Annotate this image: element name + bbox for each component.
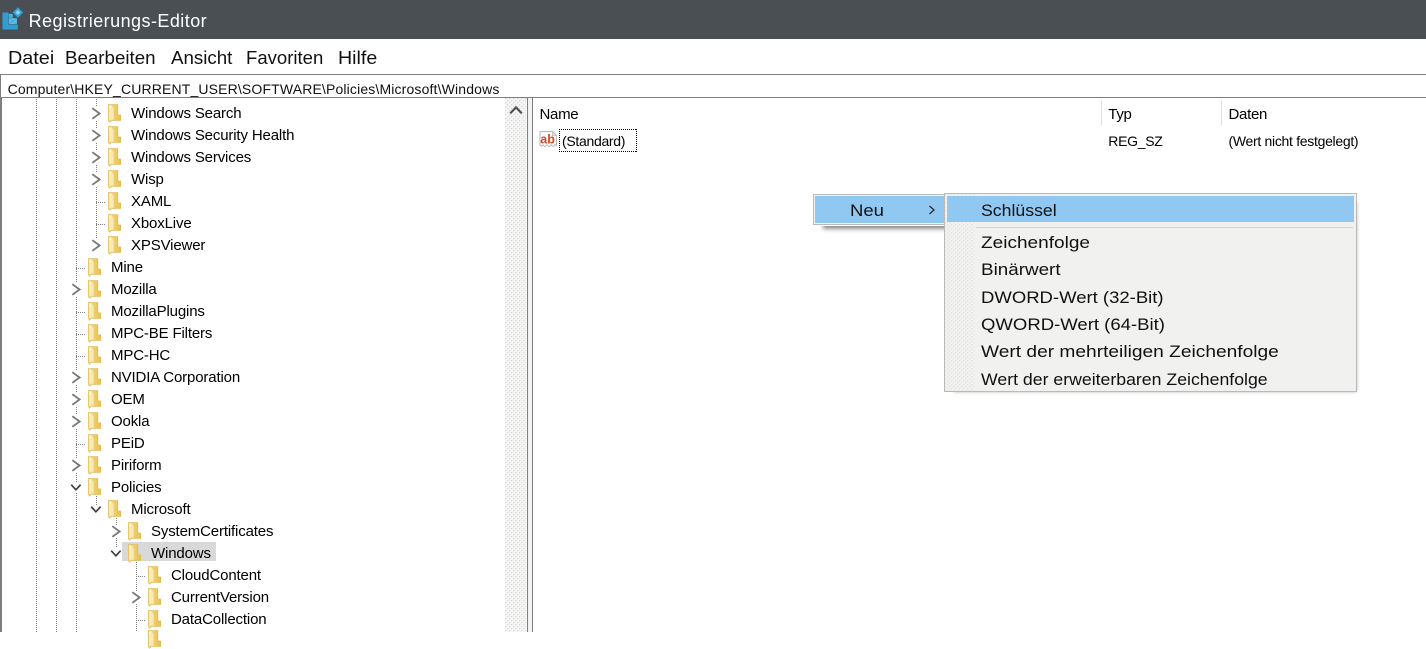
- svg-text:ab: ab: [540, 133, 555, 147]
